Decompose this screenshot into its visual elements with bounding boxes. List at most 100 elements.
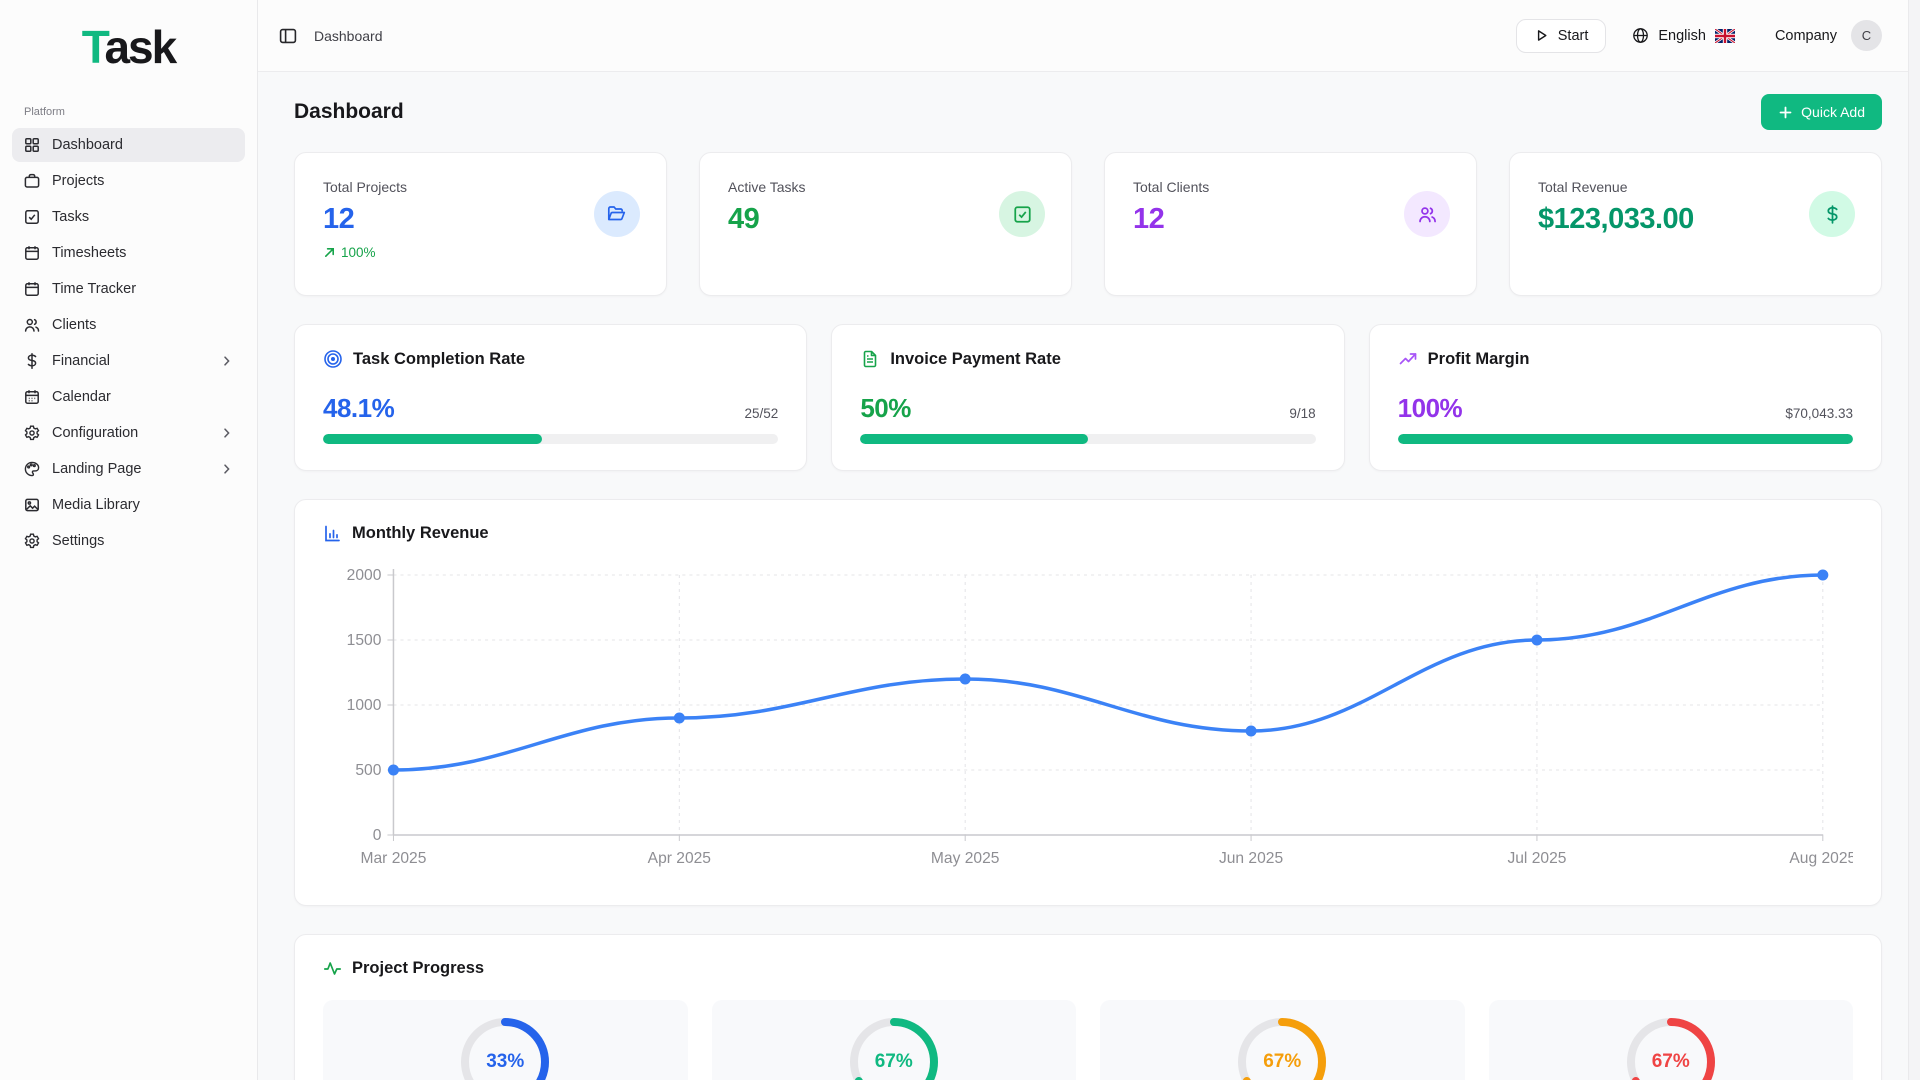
main-area: Dashboard Start English Company C Dashbo… — [258, 0, 1908, 1080]
users-icon — [23, 316, 41, 334]
sidebar-item-label: Projects — [52, 173, 104, 189]
folder-open-icon — [594, 191, 640, 237]
stat-trend: 100% — [323, 245, 638, 260]
sidebar-item-label: Timesheets — [52, 245, 126, 261]
stat-card-total-revenue: Total Revenue $123,033.00 — [1509, 152, 1882, 296]
sidebar-item-landing-page[interactable]: Landing Page — [12, 452, 245, 486]
gear-icon — [23, 532, 41, 550]
stat-value: 12 — [323, 203, 638, 236]
progress-gauge: 67% — [1625, 1016, 1717, 1080]
stat-label: Active Tasks — [728, 179, 1043, 195]
svg-text:500: 500 — [355, 762, 381, 779]
scrollbar[interactable] — [1908, 0, 1920, 1080]
company-label: Company — [1775, 28, 1837, 44]
dashboard-content: Dashboard Quick Add Total Projects 12 10… — [258, 72, 1908, 1080]
sidebar-item-timesheets[interactable]: Timesheets — [12, 236, 245, 270]
plus-icon — [1778, 105, 1793, 120]
progress-card-invoice-payment: Invoice Payment Rate 50% 9/18 — [831, 324, 1344, 471]
quick-add-button[interactable]: Quick Add — [1761, 94, 1882, 130]
check-square-icon — [23, 208, 41, 226]
sidebar-toggle-icon[interactable] — [278, 26, 298, 46]
svg-text:May 2025: May 2025 — [931, 850, 1000, 867]
progress-card-title: Invoice Payment Rate — [890, 350, 1061, 369]
arrow-up-right-icon — [323, 246, 336, 259]
sidebar-item-time-tracker[interactable]: Time Tracker — [12, 272, 245, 306]
stat-card-total-clients: Total Clients 12 — [1104, 152, 1477, 296]
chevron-right-icon — [220, 354, 234, 368]
stat-value: 49 — [728, 203, 1043, 236]
check-square-icon — [999, 191, 1045, 237]
app-logo[interactable]: Task — [12, 14, 245, 92]
gear-icon — [23, 424, 41, 442]
sidebar-item-label: Dashboard — [52, 137, 123, 153]
page-title: Dashboard — [294, 100, 404, 124]
svg-text:Aug 2025: Aug 2025 — [1789, 850, 1853, 867]
svg-text:Jun 2025: Jun 2025 — [1219, 850, 1283, 867]
revenue-chart-svg: 0500100015002000Mar 2025Apr 2025May 2025… — [323, 557, 1853, 893]
sidebar-item-calendar[interactable]: Calendar — [12, 380, 245, 414]
progress-gauge: 67% — [1236, 1016, 1328, 1080]
sidebar-item-projects[interactable]: Projects — [12, 164, 245, 198]
progress-card-title: Task Completion Rate — [353, 350, 525, 369]
breadcrumb: Dashboard — [314, 28, 383, 44]
nav-section-label: Platform — [24, 106, 233, 118]
sidebar: Task Platform Dashboard Projects Tasks T… — [0, 0, 258, 1080]
svg-text:Apr 2025: Apr 2025 — [648, 850, 711, 867]
briefcase-icon — [23, 172, 41, 190]
gauge-percent-label: 67% — [848, 1016, 940, 1080]
sidebar-item-label: Time Tracker — [52, 281, 136, 297]
sidebar-item-label: Financial — [52, 353, 110, 369]
progress-bar-track — [323, 434, 778, 444]
stat-value: $123,033.00 — [1538, 203, 1853, 236]
users-icon — [1404, 191, 1450, 237]
language-label: English — [1658, 28, 1706, 44]
stat-value: 12 — [1133, 203, 1448, 236]
sidebar-item-label: Settings — [52, 533, 104, 549]
sidebar-item-configuration[interactable]: Configuration — [12, 416, 245, 450]
trending-up-icon — [1398, 349, 1418, 369]
chevron-right-icon — [220, 462, 234, 476]
calendar-icon — [23, 244, 41, 262]
target-icon — [323, 349, 343, 369]
gauge-percent-label: 33% — [459, 1016, 551, 1080]
section-title: Project Progress — [352, 959, 484, 978]
company-menu[interactable]: Company C — [1775, 20, 1882, 51]
activity-icon — [323, 959, 342, 978]
progress-gauge: 33% — [459, 1016, 551, 1080]
file-text-icon — [860, 349, 880, 369]
stat-label: Total Clients — [1133, 179, 1448, 195]
avatar[interactable]: C — [1851, 20, 1882, 51]
dollar-icon — [1809, 191, 1855, 237]
sidebar-item-financial[interactable]: Financial — [12, 344, 245, 378]
sidebar-item-label: Tasks — [52, 209, 89, 225]
globe-icon — [1632, 27, 1649, 44]
play-icon — [1534, 28, 1549, 43]
progress-gauge: 67% — [848, 1016, 940, 1080]
image-icon — [23, 496, 41, 514]
sidebar-item-label: Landing Page — [52, 461, 142, 477]
sidebar-item-label: Clients — [52, 317, 96, 333]
progress-sub-value: $70,043.33 — [1785, 406, 1853, 424]
sidebar-item-tasks[interactable]: Tasks — [12, 200, 245, 234]
chart-title: Monthly Revenue — [352, 524, 489, 543]
progress-card-profit-margin: Profit Margin 100% $70,043.33 — [1369, 324, 1882, 471]
project-progress-card: Project Progress 33% — [294, 934, 1882, 1080]
start-button[interactable]: Start — [1516, 19, 1607, 53]
svg-text:Jul 2025: Jul 2025 — [1507, 850, 1566, 867]
progress-bar-fill — [860, 434, 1088, 444]
svg-text:1000: 1000 — [347, 697, 382, 714]
sidebar-item-media-library[interactable]: Media Library — [12, 488, 245, 522]
stat-card-total-projects: Total Projects 12 100% — [294, 152, 667, 296]
project-progress-item: 67% — [712, 1000, 1077, 1080]
bar-chart-icon — [323, 524, 342, 543]
stat-label: Total Projects — [323, 179, 638, 195]
sidebar-item-dashboard[interactable]: Dashboard — [12, 128, 245, 162]
language-selector[interactable]: English — [1632, 27, 1735, 44]
monthly-revenue-card: Monthly Revenue 0500100015002000Mar 2025… — [294, 499, 1882, 906]
stat-card-active-tasks: Active Tasks 49 — [699, 152, 1072, 296]
sidebar-item-settings[interactable]: Settings — [12, 524, 245, 558]
progress-value: 50% — [860, 393, 911, 424]
revenue-chart: 0500100015002000Mar 2025Apr 2025May 2025… — [323, 557, 1853, 893]
sidebar-item-clients[interactable]: Clients — [12, 308, 245, 342]
progress-value: 100% — [1398, 393, 1463, 424]
